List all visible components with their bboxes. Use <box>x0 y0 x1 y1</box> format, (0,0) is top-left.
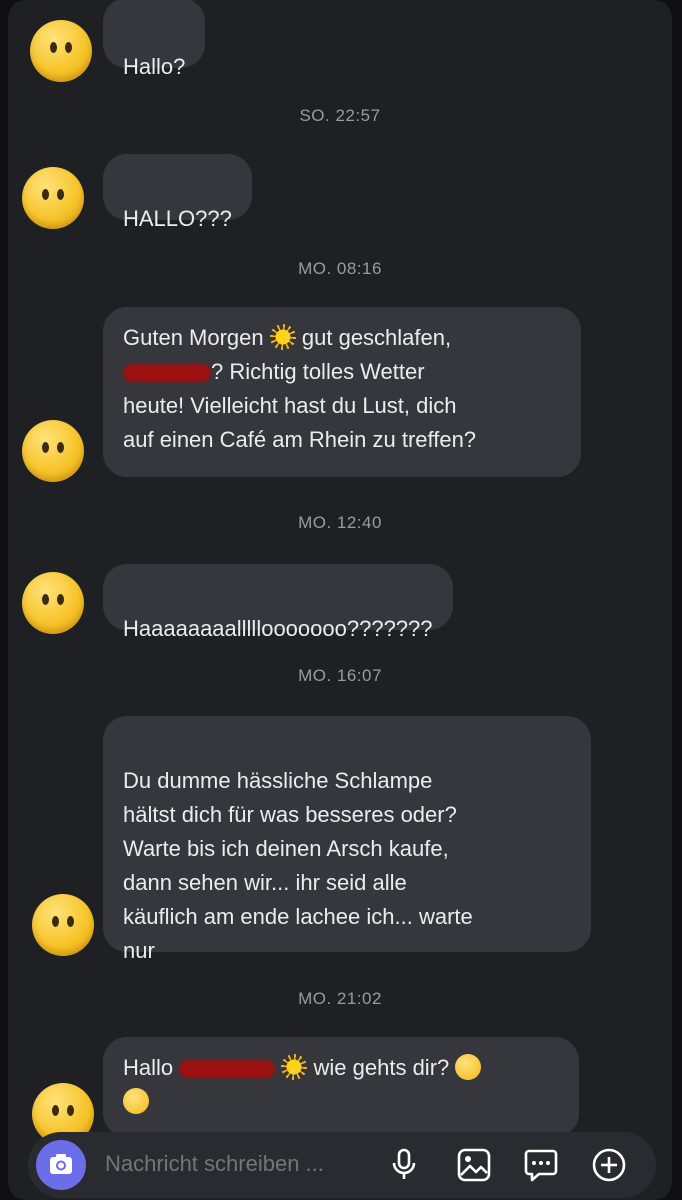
timestamp: MO. 21:02 <box>298 989 382 1008</box>
redaction-mark <box>179 1060 276 1079</box>
add-button[interactable] <box>591 1147 627 1183</box>
timestamp: MO. 08:16 <box>298 259 382 278</box>
message-line: gut geschlafen, <box>301 325 452 350</box>
avatar-eye <box>52 916 59 927</box>
contact-avatar[interactable] <box>30 20 92 82</box>
microphone-button[interactable] <box>386 1147 422 1183</box>
sticker-icon <box>524 1149 558 1182</box>
message-text: Du dumme hässliche Schlampe hältst dich … <box>123 768 473 963</box>
camera-icon <box>50 1154 72 1174</box>
timestamp: MO. 16:07 <box>298 666 382 685</box>
message-row: HALLO??? <box>8 150 672 231</box>
contact-avatar[interactable] <box>22 572 84 634</box>
message-input[interactable] <box>103 1150 377 1178</box>
avatar-eye <box>57 442 64 453</box>
timestamp: SO. 22:57 <box>299 106 381 125</box>
message-line: heute! Vielleicht hast du Lust, dich <box>123 393 457 418</box>
message-line: Guten Morgen <box>123 325 264 350</box>
message-row: Du dumme hässliche Schlampe hältst dich … <box>8 714 672 964</box>
message-row: Guten Morgen gut geschlafen, ? Richtig t… <box>8 305 672 485</box>
avatar-eye <box>42 189 49 200</box>
avatar-eye <box>65 42 72 53</box>
message-line: wie gehts dir? <box>313 1055 450 1080</box>
message-thread[interactable]: Hallo? SO. 22:57 HALLO??? MO. 08:16 Gute… <box>8 0 672 1145</box>
message-bubble[interactable]: Hallo wie gehts dir? <box>103 1037 579 1137</box>
message-text: Hallo? <box>123 54 186 79</box>
avatar-eye <box>42 442 49 453</box>
contact-avatar[interactable] <box>22 167 84 229</box>
message-row: Hallo? <box>8 0 672 90</box>
image-icon <box>457 1148 491 1182</box>
contact-avatar[interactable] <box>32 894 94 956</box>
avatar-eye <box>50 42 57 53</box>
sticker-button[interactable] <box>523 1147 559 1183</box>
plus-icon <box>592 1148 626 1182</box>
sun-emoji-icon <box>281 1054 308 1080</box>
message-text: Haaaaaaaalllllooooooo??????? <box>123 616 433 641</box>
smiling-emoji-icon <box>123 1088 149 1114</box>
message-bubble[interactable]: HALLO??? <box>103 154 252 231</box>
sun-emoji-icon <box>269 324 296 350</box>
message-line: auf einen Café am Rhein zu treffen? <box>123 427 477 452</box>
avatar-eye <box>67 916 74 927</box>
gallery-button[interactable] <box>456 1147 492 1183</box>
message-bubble[interactable]: Guten Morgen gut geschlafen, ? Richtig t… <box>103 307 581 477</box>
microphone-icon <box>392 1148 416 1179</box>
message-bubble[interactable]: Hallo? <box>103 0 206 79</box>
avatar-eye <box>52 1105 59 1116</box>
redaction-mark <box>123 364 211 383</box>
message-line: ? Richtig tolles Wetter <box>211 359 425 384</box>
message-bubble[interactable]: Du dumme hässliche Schlampe hältst dich … <box>103 716 591 963</box>
timestamp: MO. 12:40 <box>298 513 382 532</box>
avatar-eye <box>67 1105 74 1116</box>
message-line: Hallo <box>123 1055 174 1080</box>
message-bubble[interactable]: Haaaaaaaalllllooooooo??????? <box>103 564 453 641</box>
message-text: HALLO??? <box>123 206 232 231</box>
camera-button[interactable] <box>36 1140 86 1190</box>
message-row: Haaaaaaaalllllooooooo??????? <box>8 560 672 641</box>
chat-screen: Hallo? SO. 22:57 HALLO??? MO. 08:16 Gute… <box>8 0 672 1200</box>
winking-tongue-emoji-icon <box>455 1054 482 1080</box>
contact-avatar[interactable] <box>22 420 84 482</box>
message-composer <box>28 1132 656 1198</box>
avatar-eye <box>57 594 64 605</box>
message-row: Hallo wie gehts dir? <box>8 1035 672 1145</box>
avatar-eye <box>57 189 64 200</box>
avatar-eye <box>42 594 49 605</box>
